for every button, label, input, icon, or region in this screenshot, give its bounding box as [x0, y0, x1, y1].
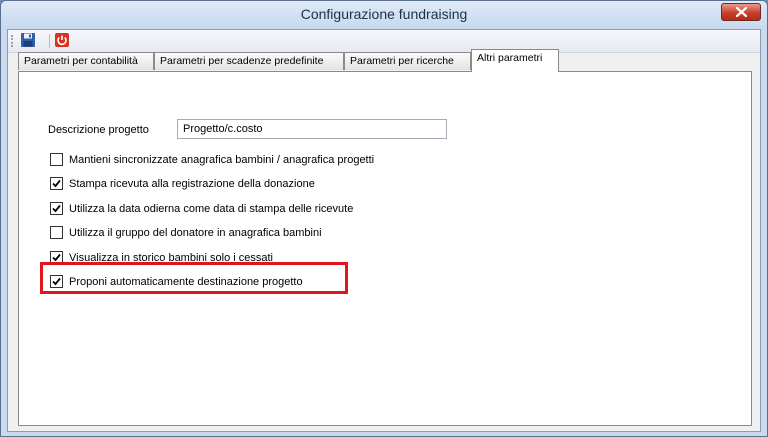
- checkmark-icon: [52, 253, 61, 262]
- window-title: Configurazione fundraising: [300, 6, 468, 22]
- title-bar: Configurazione fundraising: [1, 1, 767, 29]
- power-icon: [55, 33, 69, 47]
- tab-scadenze[interactable]: Parametri per scadenze predefinite: [154, 52, 344, 70]
- description-label: Descrizione progetto: [48, 124, 149, 136]
- checkbox-unchecked[interactable]: [50, 226, 63, 239]
- toolbar-grip[interactable]: [11, 35, 15, 47]
- exit-button[interactable]: [54, 32, 72, 50]
- option-label: Stampa ricevuta alla registrazione della…: [69, 178, 315, 190]
- tab-altri-parametri[interactable]: Altri parametri: [471, 49, 559, 72]
- tab-panel-altri-parametri: Descrizione progetto Progetto/c.costo Ma…: [18, 71, 752, 426]
- close-button[interactable]: [721, 3, 761, 21]
- floppy-disk-icon: [21, 33, 35, 47]
- checkmark-icon: [52, 179, 61, 188]
- checkmark-icon: [52, 204, 61, 213]
- tab-ricerche[interactable]: Parametri per ricerche: [344, 52, 471, 70]
- option-label: Utilizza la data odierna come data di st…: [69, 203, 354, 215]
- description-field[interactable]: Progetto/c.costo: [177, 119, 447, 139]
- tab-contabilita[interactable]: Parametri per contabilità: [18, 52, 154, 70]
- option-label: Utilizza il gruppo del donatore in anagr…: [69, 227, 322, 239]
- toolbar-separator: [49, 34, 50, 48]
- highlight-box: [40, 262, 348, 294]
- close-icon: [736, 7, 747, 17]
- config-window: Configurazione fundraising Parametri per…: [0, 0, 768, 437]
- checkbox-checked[interactable]: [50, 177, 63, 190]
- checkbox-checked[interactable]: [50, 202, 63, 215]
- toolbar: [8, 30, 760, 53]
- checkbox-unchecked[interactable]: [50, 153, 63, 166]
- save-button[interactable]: [20, 32, 38, 50]
- option-label: Mantieni sincronizzate anagrafica bambin…: [69, 154, 375, 166]
